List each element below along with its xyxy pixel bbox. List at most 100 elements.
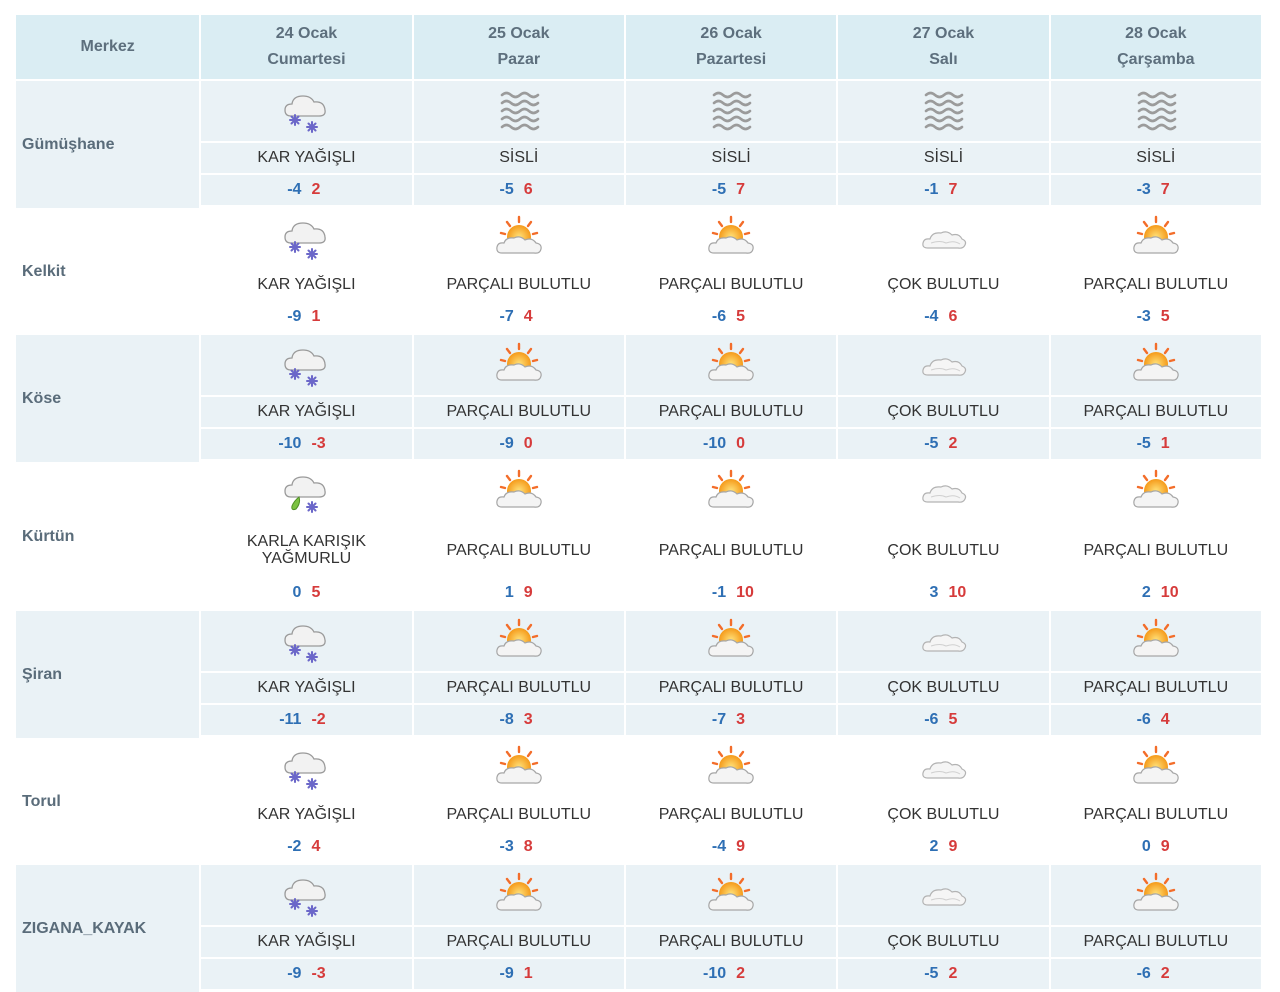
temperature-cell: -5 6	[413, 175, 626, 208]
min-temperature: -5	[924, 435, 939, 452]
snow-icon	[279, 222, 333, 260]
partly-cloudy-icon	[1129, 215, 1183, 254]
condition-text: SİSLİ	[1050, 143, 1263, 175]
temperature-row: 0 5 1 9 -1 10 3 10 2 10	[16, 578, 1263, 611]
day-date: 28 Ocak	[1125, 25, 1187, 42]
temperature-cell: 29	[838, 832, 1051, 865]
cloudy-icon	[916, 356, 970, 376]
city-block: Gümüşhane KAR YAĞIŞLI SİSLİ SİSLİ SİSLİ SİSLİ…	[16, 81, 1263, 208]
city-name: Kürtün	[16, 462, 202, 611]
max-temperature: 5	[311, 584, 321, 601]
min-temperature: -3	[499, 838, 514, 855]
day-date: 26 Ocak	[700, 25, 762, 42]
temperature-cell: -6 4	[1050, 705, 1263, 738]
condition-text: SİSLİ	[413, 143, 626, 175]
forecast-table: Merkez 24 Ocak Cumartesi 25 Ocak Pazar 26 …	[16, 15, 1263, 992]
temperature-row: -2 4 -3 8 -4 9 2 9 0 9	[16, 832, 1263, 865]
temperature-cell: -6 5	[838, 705, 1051, 738]
max-temperature: 9	[523, 584, 533, 601]
condition-text: KAR YAĞIŞLI	[201, 270, 414, 302]
partly-cloudy-icon	[704, 745, 758, 784]
condition-row: KAR YAĞIŞLI PARÇALI BULUTLU PARÇALI BULUTL…	[16, 270, 1263, 302]
condition-text: KARLA KARIŞIK YAĞMURLU	[201, 524, 414, 578]
condition-text: PARÇALI BULUTLU	[1050, 673, 1263, 705]
max-temperature: 0	[736, 435, 746, 452]
temperature-cell: -9 1	[201, 302, 414, 335]
weather-icon-cell	[1050, 335, 1263, 397]
temperature-cell: -8 3	[413, 705, 626, 738]
partly-cloudy-icon	[492, 745, 546, 784]
city-name: Şiran	[16, 611, 202, 738]
min-temperature: 0	[292, 584, 302, 601]
weather-icon-cell	[838, 738, 1051, 800]
temperature-row: -9 -3 -9 1 -10 2 -5 2 -6 2	[16, 959, 1263, 992]
day-date: 24 Ocak	[275, 25, 338, 42]
max-temperature: 2	[948, 965, 958, 982]
temperature-cell: -3 5	[1050, 302, 1263, 335]
partly-cloudy-icon	[492, 872, 546, 911]
max-temperature: 8	[523, 838, 533, 855]
fog-icon	[704, 91, 758, 131]
temperature-cell: 09	[1050, 832, 1263, 865]
condition-text: PARÇALI BULUTLU	[1050, 927, 1263, 959]
temperature-cell: -10 0	[625, 429, 839, 462]
temperature-cell: -4 6	[838, 302, 1051, 335]
min-temperature: -4	[287, 181, 302, 198]
min-temperature: -8	[499, 711, 514, 728]
sleet-icon	[279, 476, 333, 513]
max-temperature: 5	[1160, 308, 1170, 325]
min-temperature: 3	[929, 584, 939, 601]
weather-icon-cell	[838, 335, 1051, 397]
max-temperature: 3	[523, 711, 533, 728]
day-header: 24 Ocak Cumartesi	[201, 15, 414, 81]
max-temperature: 6	[948, 308, 958, 325]
temperature-cell: -6 5	[625, 302, 839, 335]
min-temperature: 2	[1141, 584, 1151, 601]
max-temperature: 10	[948, 584, 967, 601]
min-temperature: -4	[924, 308, 939, 325]
city-block: Kelkit KAR YAĞIŞLI PARÇALI BULUTLU PARÇALI …	[16, 208, 1263, 335]
max-temperature: 3	[736, 711, 746, 728]
partly-cloudy-icon	[1129, 618, 1183, 657]
partly-cloudy-icon	[492, 469, 546, 508]
min-temperature: -10	[702, 965, 727, 982]
fog-icon	[492, 91, 546, 131]
weather-icon-cell	[1050, 738, 1263, 800]
icon-row: Şiran	[16, 611, 1263, 738]
condition-text: ÇOK BULUTLU	[838, 927, 1051, 959]
day-weekday: Çarşamba	[1117, 51, 1195, 68]
condition-text: PARÇALI BULUTLU	[413, 673, 626, 705]
max-temperature: 10	[1160, 584, 1179, 601]
snow-icon	[279, 752, 333, 790]
condition-text: PARÇALI BULUTLU	[625, 524, 839, 578]
temperature-cell: -10 2	[625, 959, 839, 992]
weather-icon-cell	[201, 738, 414, 800]
condition-text: KAR YAĞIŞLI	[201, 927, 414, 959]
max-temperature: 5	[736, 308, 746, 325]
min-temperature: -9	[287, 965, 302, 982]
condition-text: ÇOK BULUTLU	[838, 524, 1051, 578]
min-temperature: -1	[924, 181, 939, 198]
icon-row: ZIGANA_KAYAK	[16, 865, 1263, 992]
weather-icon-cell	[838, 611, 1051, 673]
temperature-cell: -5 2	[838, 959, 1051, 992]
city-block: Şiran KAR YAĞIŞLI PARÇALI BULUTLU PARÇALI B…	[16, 611, 1263, 738]
cloudy-icon	[916, 483, 970, 503]
min-temperature: 0	[1141, 838, 1151, 855]
icon-row: Torul	[16, 738, 1263, 865]
partly-cloudy-icon	[1129, 872, 1183, 911]
partly-cloudy-icon	[492, 342, 546, 381]
condition-text: PARÇALI BULUTLU	[413, 800, 626, 832]
partly-cloudy-icon	[704, 618, 758, 657]
condition-row: KAR YAĞIŞLI PARÇALI BULUTLU PARÇALI BULUTL…	[16, 673, 1263, 705]
weather-icon-cell	[1050, 462, 1263, 524]
min-temperature: -6	[1136, 711, 1151, 728]
temperature-cell: -5 2	[838, 429, 1051, 462]
min-temperature: -11	[279, 711, 302, 728]
min-temperature: -6	[711, 308, 727, 325]
condition-text: PARÇALI BULUTLU	[1050, 524, 1263, 578]
min-temperature: 1	[504, 584, 514, 601]
min-temperature: -6	[1136, 965, 1151, 982]
min-temperature: -2	[287, 838, 302, 855]
snow-icon	[279, 95, 333, 133]
